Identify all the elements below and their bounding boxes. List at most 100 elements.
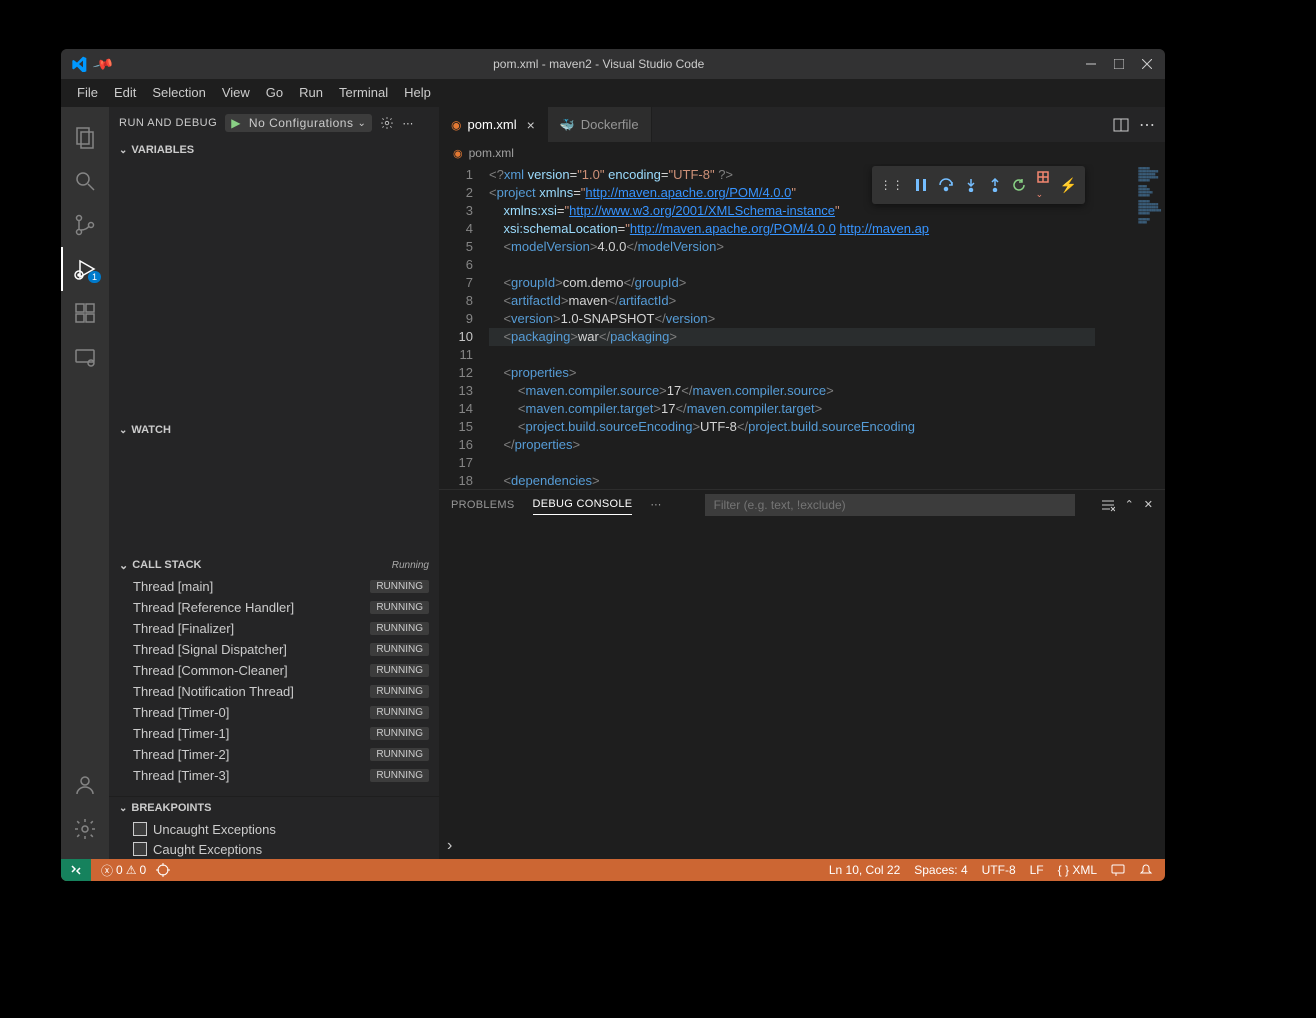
- activity-explorer[interactable]: [61, 115, 109, 159]
- window-title: pom.xml - maven2 - Visual Studio Code: [112, 57, 1085, 71]
- docker-file-icon: 🐳: [560, 118, 575, 132]
- variables-header[interactable]: ⌄ VARIABLES: [109, 139, 439, 161]
- run-configuration-dropdown[interactable]: ▶ No Configurations ⌄: [225, 114, 372, 132]
- thread-row[interactable]: Thread [Common-Cleaner]RUNNING: [109, 660, 439, 681]
- breakpoints-title: BREAKPOINTS: [131, 802, 211, 814]
- encoding[interactable]: UTF-8: [982, 863, 1016, 877]
- code-content[interactable]: <?xml version="1.0" encoding="UTF-8" ?><…: [489, 164, 1095, 489]
- configure-gear-icon[interactable]: [380, 116, 394, 130]
- errors-warnings[interactable]: ⓧ0 ⚠0: [101, 862, 146, 879]
- step-out-button[interactable]: [988, 178, 1002, 192]
- variables-title: VARIABLES: [131, 144, 194, 156]
- more-editor-actions-icon[interactable]: ⋯: [1139, 115, 1155, 135]
- thread-row[interactable]: Thread [Timer-0]RUNNING: [109, 702, 439, 723]
- breakpoints-header[interactable]: ⌄ BREAKPOINTS: [109, 797, 439, 819]
- tab-dockerfile[interactable]: 🐳 Dockerfile: [548, 107, 652, 142]
- thread-status: RUNNING: [370, 727, 429, 740]
- breadcrumb-text: pom.xml: [469, 146, 514, 160]
- statusbar: ⓧ0 ⚠0 Ln 10, Col 22 Spaces: 4 UTF-8 LF {…: [61, 859, 1165, 881]
- menu-help[interactable]: Help: [396, 81, 439, 104]
- minimize-button[interactable]: [1085, 58, 1097, 70]
- collapse-panel-icon[interactable]: ⌃: [1125, 498, 1134, 511]
- menu-go[interactable]: Go: [258, 81, 291, 104]
- play-icon: ▶: [231, 116, 241, 130]
- remote-indicator[interactable]: [61, 859, 91, 881]
- drag-handle-icon[interactable]: ⋮⋮: [880, 178, 904, 192]
- restart-button[interactable]: [1012, 178, 1026, 192]
- activity-run-debug[interactable]: 1: [61, 247, 109, 291]
- tab-pom-xml[interactable]: ◉ pom.xml ×: [439, 107, 548, 142]
- chevron-down-icon: ⌄: [119, 425, 127, 436]
- activity-source-control[interactable]: [61, 203, 109, 247]
- feedback-icon[interactable]: [1111, 863, 1125, 877]
- split-editor-icon[interactable]: [1113, 117, 1129, 133]
- notifications-icon[interactable]: [1139, 863, 1153, 877]
- editor-body[interactable]: ⋮⋮: [439, 164, 1165, 489]
- menu-selection[interactable]: Selection: [144, 81, 213, 104]
- breakpoint-checkbox[interactable]: [133, 842, 147, 856]
- thread-row[interactable]: Thread [main]RUNNING: [109, 576, 439, 597]
- close-button[interactable]: [1141, 58, 1153, 70]
- menu-file[interactable]: File: [69, 81, 106, 104]
- minimap[interactable]: ████████████████████████████████████████…: [1095, 164, 1165, 489]
- thread-row[interactable]: Thread [Notification Thread]RUNNING: [109, 681, 439, 702]
- breakpoint-row[interactable]: Uncaught Exceptions: [109, 819, 439, 839]
- thread-row[interactable]: Thread [Reference Handler]RUNNING: [109, 597, 439, 618]
- sidebar: RUN AND DEBUG ▶ No Configurations ⌄ ⋯ ⌄ …: [109, 107, 439, 859]
- thread-name: Thread [Signal Dispatcher]: [133, 642, 287, 657]
- watch-header[interactable]: ⌄ WATCH: [109, 419, 439, 441]
- xml-file-icon: ◉: [453, 147, 463, 160]
- tab-debug-console[interactable]: DEBUG CONSOLE: [533, 494, 633, 515]
- thread-status: RUNNING: [370, 664, 429, 677]
- activity-extensions[interactable]: [61, 291, 109, 335]
- debug-badge: 1: [88, 271, 101, 283]
- step-into-button[interactable]: [964, 178, 978, 192]
- breadcrumb[interactable]: ◉ pom.xml: [439, 142, 1165, 164]
- thread-status: RUNNING: [370, 622, 429, 635]
- breakpoints-list: Uncaught ExceptionsCaught Exceptions: [109, 819, 439, 859]
- thread-row[interactable]: Thread [Timer-1]RUNNING: [109, 723, 439, 744]
- thread-row[interactable]: Thread [Finalizer] RUNNING: [109, 618, 439, 639]
- stop-button[interactable]: ⌄: [1036, 170, 1050, 200]
- close-tab-icon[interactable]: ×: [527, 117, 535, 133]
- menu-terminal[interactable]: Terminal: [331, 81, 396, 104]
- hot-reload-button[interactable]: ⚡: [1060, 177, 1077, 194]
- chevron-down-icon: ⌄: [119, 145, 127, 156]
- tab-bar: ◉ pom.xml × 🐳 Dockerfile ⋯: [439, 107, 1165, 142]
- thread-name: Thread [Timer-3]: [133, 768, 229, 783]
- close-panel-icon[interactable]: ✕: [1144, 498, 1153, 511]
- menu-view[interactable]: View: [214, 81, 258, 104]
- menu-edit[interactable]: Edit: [106, 81, 144, 104]
- thread-row[interactable]: Thread [Timer-3]RUNNING: [109, 765, 439, 786]
- callstack-header[interactable]: ⌄ CALL STACK Running: [109, 554, 439, 576]
- breakpoint-checkbox[interactable]: [133, 822, 147, 836]
- more-actions-icon[interactable]: ⋯: [402, 117, 414, 130]
- maximize-button[interactable]: [1113, 58, 1125, 70]
- tab-problems[interactable]: PROBLEMS: [451, 495, 515, 515]
- step-over-button[interactable]: [938, 178, 954, 192]
- debug-target-icon[interactable]: [156, 863, 170, 877]
- activity-accounts[interactable]: [61, 763, 109, 807]
- expand-breadcrumb-icon[interactable]: ›: [447, 837, 452, 855]
- thread-row[interactable]: Thread [Signal Dispatcher]RUNNING: [109, 639, 439, 660]
- activity-search[interactable]: [61, 159, 109, 203]
- breakpoint-row[interactable]: Caught Exceptions: [109, 839, 439, 859]
- eol[interactable]: LF: [1030, 863, 1044, 877]
- clear-console-icon[interactable]: [1101, 498, 1115, 512]
- thread-name: Thread [main]: [133, 579, 213, 594]
- activity-settings[interactable]: [61, 807, 109, 851]
- thread-row[interactable]: Thread [Timer-2]RUNNING: [109, 744, 439, 765]
- activity-remote[interactable]: [61, 335, 109, 379]
- debug-console-body[interactable]: ›: [439, 520, 1165, 859]
- menu-run[interactable]: Run: [291, 81, 331, 104]
- titlebar: 📌 pom.xml - maven2 - Visual Studio Code: [61, 49, 1165, 79]
- indentation[interactable]: Spaces: 4: [914, 863, 967, 877]
- thread-name: Thread [Finalizer]: [133, 621, 234, 636]
- cursor-position[interactable]: Ln 10, Col 22: [829, 863, 900, 877]
- language-mode[interactable]: { } XML: [1058, 863, 1097, 877]
- more-panel-tabs-icon[interactable]: ⋯: [650, 498, 661, 511]
- pause-button[interactable]: [914, 178, 928, 192]
- debug-console-filter-input[interactable]: [705, 494, 1075, 516]
- warning-icon: ⚠: [126, 863, 137, 877]
- pin-icon[interactable]: 📌: [92, 52, 116, 75]
